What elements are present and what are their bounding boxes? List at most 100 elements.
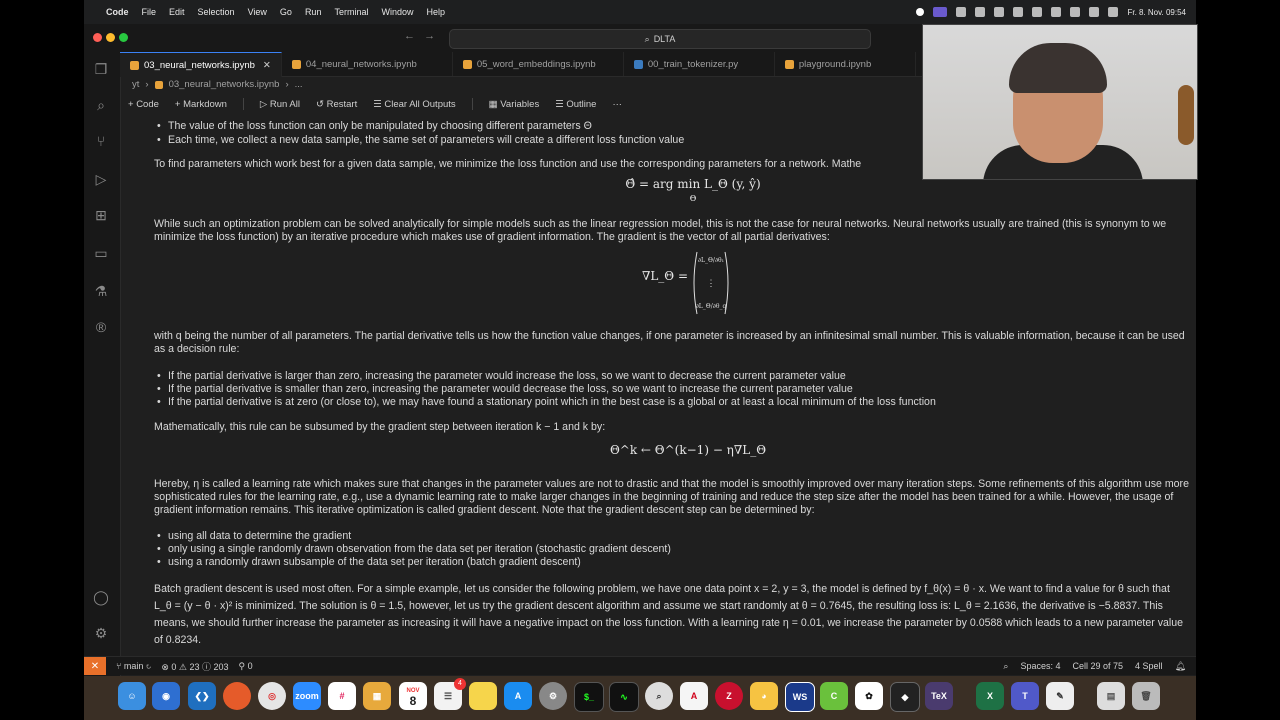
- r-icon[interactable]: ®: [92, 318, 110, 336]
- menu-window[interactable]: Window: [381, 7, 413, 17]
- terminal-icon[interactable]: $_: [574, 682, 604, 712]
- source-control-icon[interactable]: ⑂: [92, 132, 110, 150]
- breadcrumb-folder[interactable]: yt: [132, 79, 139, 90]
- notes-icon[interactable]: [469, 682, 497, 710]
- calendar-icon[interactable]: NOV 8: [399, 682, 427, 710]
- branch-status[interactable]: ⑂ main ↻: [116, 661, 151, 671]
- close-tab-icon[interactable]: ✕: [263, 60, 271, 71]
- tab-label: 00_train_tokenizer.py: [647, 58, 739, 70]
- menu-edit[interactable]: Edit: [169, 7, 185, 17]
- account-icon[interactable]: ◯: [92, 588, 110, 606]
- tab-00-train-tokenizer[interactable]: 00_train_tokenizer.py: [624, 52, 775, 76]
- zotero-icon[interactable]: Z: [715, 682, 743, 710]
- testing-icon[interactable]: ⚗: [92, 282, 110, 300]
- run-debug-icon[interactable]: ▷: [92, 170, 110, 188]
- add-code-cell-button[interactable]: + Code: [128, 99, 159, 110]
- notebook-toolbar: + Code + Markdown ▷ Run All ↺ Restart ☰ …: [128, 98, 622, 110]
- gear-icon[interactable]: [975, 7, 986, 17]
- menu-run[interactable]: Run: [305, 7, 322, 17]
- more-actions-button[interactable]: ···: [612, 99, 622, 110]
- teams-icon[interactable]: T: [1011, 682, 1039, 710]
- zoom-icon[interactable]: [956, 7, 967, 17]
- menu-app[interactable]: Code: [106, 7, 129, 17]
- remote-indicator-icon[interactable]: ✕: [84, 657, 106, 675]
- extension-icon[interactable]: [994, 7, 1005, 17]
- notifications-icon[interactable]: 🔔︎: [1175, 661, 1186, 672]
- notebook-icon: [291, 59, 301, 69]
- chrome-icon[interactable]: ◎: [258, 682, 286, 710]
- extensions-icon[interactable]: ⊞: [92, 206, 110, 224]
- python-icon: [633, 59, 643, 69]
- command-center-search[interactable]: ⌕ DLTA: [449, 29, 871, 49]
- acrobat-icon[interactable]: A: [680, 682, 708, 710]
- clear-all-outputs-button[interactable]: ☰ Clear All Outputs: [373, 99, 455, 110]
- apps-icon[interactable]: ▦: [363, 682, 391, 710]
- maximize-window-button[interactable]: [119, 33, 128, 42]
- notebook-markdown-cell[interactable]: The value of the loss function can only …: [138, 120, 1190, 676]
- firefox-icon[interactable]: [223, 682, 251, 710]
- trash-icon[interactable]: 🗑︎: [1132, 682, 1160, 710]
- cell-position-status[interactable]: Cell 29 of 75: [1072, 661, 1123, 672]
- restart-button[interactable]: ↺ Restart: [316, 99, 357, 110]
- pycharm-icon[interactable]: C: [820, 682, 848, 710]
- webstorm-icon[interactable]: WS: [785, 682, 815, 712]
- app-icon[interactable]: ◉: [152, 682, 180, 710]
- zoom-app-icon[interactable]: zoom: [293, 682, 321, 710]
- tab-label: playground.ipynb: [798, 58, 872, 70]
- play-icon[interactable]: [1032, 7, 1043, 17]
- tab-05-word-embeddings[interactable]: 05_word_embeddings.ipynb: [453, 52, 624, 76]
- menu-view[interactable]: View: [248, 7, 267, 17]
- record-icon[interactable]: [916, 8, 925, 16]
- problems-status[interactable]: ⊗ 0 ⚠ 23 ⓘ 203: [161, 660, 228, 673]
- spell-status[interactable]: 4 Spell: [1135, 661, 1163, 672]
- ports-status[interactable]: ⚲ 0: [238, 661, 252, 672]
- activity-monitor-icon[interactable]: ∿: [609, 682, 639, 712]
- excel-icon[interactable]: X: [976, 682, 1004, 710]
- add-markdown-cell-button[interactable]: + Markdown: [175, 99, 227, 110]
- cyberduck-icon[interactable]: ◕: [750, 682, 778, 710]
- breadcrumb-file[interactable]: 03_neural_networks.ipynb: [169, 79, 280, 90]
- menu-terminal[interactable]: Terminal: [334, 7, 368, 17]
- settings-gear-icon[interactable]: ⚙: [92, 624, 110, 642]
- system-settings-icon[interactable]: ⚙: [539, 682, 567, 710]
- search-icon[interactable]: ⌕: [92, 96, 110, 114]
- menu-go[interactable]: Go: [280, 7, 292, 17]
- finder-icon[interactable]: ☺: [118, 682, 146, 710]
- list-item: The value of the loss function can only …: [157, 120, 592, 133]
- minimize-window-button[interactable]: [106, 33, 115, 42]
- siri-icon[interactable]: [1108, 7, 1119, 17]
- tex-icon[interactable]: TeX: [925, 682, 953, 710]
- app-store-icon[interactable]: A: [504, 682, 532, 710]
- nav-arrows[interactable]: ← →: [404, 30, 435, 42]
- breadcrumb-more[interactable]: ...: [295, 79, 303, 90]
- close-window-button[interactable]: [93, 33, 102, 42]
- run-all-button[interactable]: ▷ Run All: [260, 99, 300, 110]
- notebook-icon: [462, 59, 472, 69]
- indentation-status[interactable]: Spaces: 4: [1020, 661, 1060, 672]
- screen-icon[interactable]: [933, 7, 948, 17]
- textedit-icon[interactable]: ✎: [1046, 682, 1074, 710]
- outline-button[interactable]: ☰ Outline: [555, 99, 596, 110]
- tab-03-neural-networks[interactable]: 03_neural_networks.ipynb ✕: [120, 52, 282, 77]
- menu-selection[interactable]: Selection: [198, 7, 235, 17]
- list-item: using all data to determine the gradient: [157, 530, 351, 543]
- variables-button[interactable]: ▦ Variables: [489, 99, 540, 110]
- cursor-icon[interactable]: ◆: [890, 682, 920, 712]
- zoom-icon[interactable]: ⌕: [1003, 661, 1008, 672]
- menu-help[interactable]: Help: [426, 7, 445, 17]
- preview-icon[interactable]: ⌕: [645, 682, 673, 710]
- remote-explorer-icon[interactable]: ▭: [92, 244, 110, 262]
- document-icon[interactable]: ▤: [1097, 682, 1125, 710]
- explorer-icon[interactable]: ❐: [92, 60, 110, 78]
- chatgpt-icon[interactable]: ✿: [855, 682, 883, 710]
- menu-file[interactable]: File: [142, 7, 157, 17]
- search-icon[interactable]: [1070, 7, 1081, 17]
- tab-04-neural-networks[interactable]: 04_neural_networks.ipynb: [282, 52, 453, 76]
- control-center-icon[interactable]: [1089, 7, 1100, 17]
- tab-playground[interactable]: playground.ipynb: [775, 52, 916, 76]
- headphones-icon[interactable]: [1013, 7, 1024, 17]
- vscode-icon[interactable]: ❮❯: [188, 682, 216, 710]
- clock[interactable]: Fr. 8. Nov. 09:54: [1127, 8, 1186, 17]
- slack-icon[interactable]: #: [328, 682, 356, 710]
- wifi-icon[interactable]: [1051, 7, 1062, 17]
